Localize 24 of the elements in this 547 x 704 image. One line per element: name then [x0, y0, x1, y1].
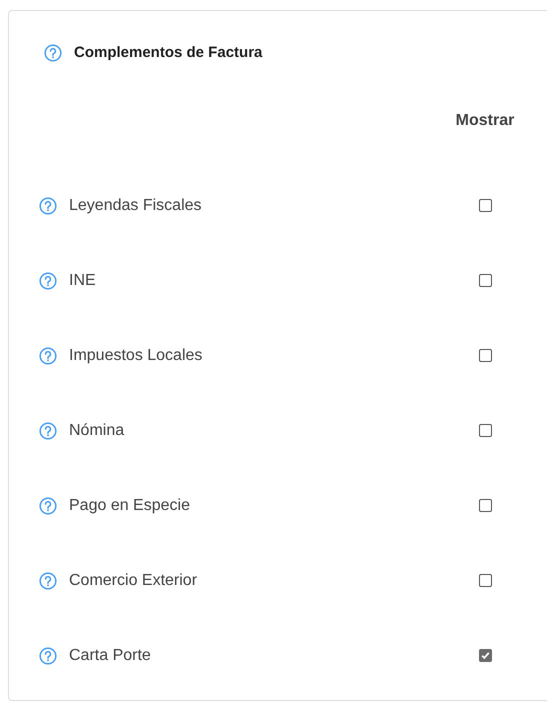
- help-icon[interactable]: [39, 646, 57, 664]
- row-label: Nómina: [69, 420, 126, 440]
- checkbox[interactable]: [478, 499, 492, 512]
- row-label: INE: [69, 270, 97, 290]
- panel-title: Complementos de Factura: [74, 43, 262, 63]
- row-label: Carta Porte: [69, 646, 152, 666]
- checkbox[interactable]: [478, 424, 492, 437]
- help-icon[interactable]: [39, 196, 57, 214]
- checkbox[interactable]: [478, 274, 492, 287]
- help-icon[interactable]: [44, 44, 62, 62]
- row-label: Leyendas Fiscales: [69, 196, 203, 216]
- help-icon[interactable]: [39, 496, 57, 514]
- help-icon[interactable]: [39, 572, 57, 590]
- row-label: Impuestos Locales: [69, 346, 204, 366]
- help-icon[interactable]: [39, 272, 57, 290]
- checkbox[interactable]: [478, 574, 492, 587]
- checkbox[interactable]: [478, 199, 492, 212]
- checkbox[interactable]: [478, 349, 492, 362]
- checkbox[interactable]: [478, 649, 492, 662]
- help-icon[interactable]: [39, 422, 57, 440]
- row-label: Pago en Especie: [69, 496, 191, 516]
- column-header: Mostrar: [454, 111, 516, 131]
- help-icon[interactable]: [39, 346, 57, 364]
- row-label: Comercio Exterior: [69, 570, 198, 590]
